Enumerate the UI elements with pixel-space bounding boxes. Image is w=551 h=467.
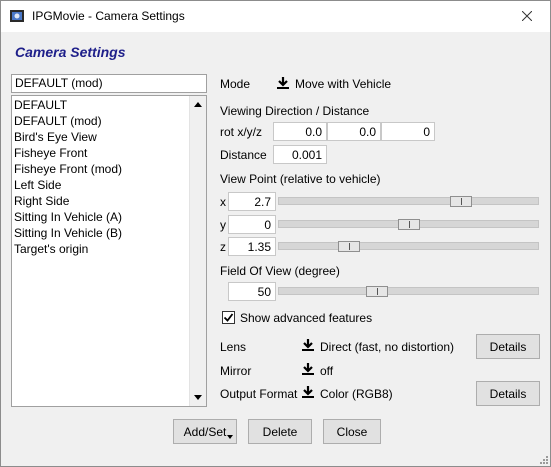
camera-settings-window: IPGMovie - Camera Settings Camera Settin… <box>0 0 551 467</box>
preset-list-item[interactable]: Target's origin <box>12 241 190 257</box>
x-slider-thumb[interactable] <box>450 196 473 207</box>
preset-list-item[interactable]: Sitting In Vehicle (A) <box>12 209 190 225</box>
mirror-label: Mirror <box>220 364 252 378</box>
dropdown-arrow-icon <box>227 435 233 439</box>
x-label: x <box>220 195 226 209</box>
preset-list-item[interactable]: Bird's Eye View <box>12 129 190 145</box>
x-slider[interactable] <box>278 197 539 205</box>
preset-name-input[interactable]: DEFAULT (mod) <box>11 74 207 93</box>
download-arrow-icon <box>302 363 314 375</box>
scroll-up-button[interactable] <box>190 96 206 113</box>
viewing-direction-label: Viewing Direction / Distance <box>220 104 370 118</box>
y-field[interactable]: 0 <box>228 215 276 234</box>
lens-dropdown-button[interactable] <box>301 338 315 352</box>
preset-list-item[interactable]: Sitting In Vehicle (B) <box>12 225 190 241</box>
mode-value[interactable]: Move with Vehicle <box>295 77 391 91</box>
output-details-button[interactable]: Details <box>476 381 540 406</box>
add-set-button[interactable]: Add/Set <box>173 419 237 444</box>
preset-list-item[interactable]: Fisheye Front (mod) <box>12 161 190 177</box>
preset-list-item[interactable]: Right Side <box>12 193 190 209</box>
output-format-dropdown-button[interactable] <box>301 385 315 399</box>
preset-list-item[interactable]: Left Side <box>12 177 190 193</box>
fov-slider[interactable] <box>278 287 539 295</box>
fov-label: Field Of View (degree) <box>220 264 340 278</box>
x-field[interactable]: 2.7 <box>228 192 276 211</box>
page-title: Camera Settings <box>15 44 126 60</box>
dialog-body: Camera Settings DEFAULT (mod) DEFAULT DEF… <box>1 32 550 466</box>
lens-label: Lens <box>220 340 247 354</box>
rot-x-field[interactable]: 0.0 <box>273 122 327 141</box>
mode-dropdown-button[interactable] <box>276 76 290 90</box>
z-field[interactable]: 1.35 <box>228 237 276 256</box>
close-icon <box>522 11 532 21</box>
preset-list-items: DEFAULT DEFAULT (mod) Bird's Eye View Fishe… <box>12 97 190 257</box>
z-label: z <box>220 240 226 254</box>
mirror-value[interactable]: off <box>320 364 333 378</box>
preset-list-item[interactable]: DEFAULT <box>12 97 190 113</box>
lens-value[interactable]: Direct (fast, no distortion) <box>320 340 454 354</box>
mode-label: Mode <box>220 77 251 91</box>
title-bar: IPGMovie - Camera Settings <box>1 1 550 32</box>
scroll-up-icon <box>194 102 202 107</box>
fov-slider-thumb[interactable] <box>366 286 389 297</box>
resize-grip-icon[interactable] <box>538 454 548 464</box>
lens-details-button[interactable]: Details <box>476 334 540 359</box>
mirror-dropdown-button[interactable] <box>301 362 315 376</box>
download-arrow-icon <box>277 77 289 89</box>
output-format-label: Output Format <box>220 387 298 401</box>
download-arrow-icon <box>302 339 314 351</box>
list-scrollbar[interactable] <box>189 96 206 406</box>
distance-label: Distance <box>220 148 267 162</box>
close-button[interactable]: Close <box>323 419 381 444</box>
add-set-label: Add/Set <box>183 424 227 439</box>
download-arrow-icon <box>302 386 314 398</box>
window-title: IPGMovie - Camera Settings <box>32 9 185 23</box>
advanced-label[interactable]: Show advanced features <box>240 311 372 325</box>
delete-button[interactable]: Delete <box>248 419 312 444</box>
preset-list-item[interactable]: Fisheye Front <box>12 145 190 161</box>
y-slider-thumb[interactable] <box>397 219 420 230</box>
rot-label: rot x/y/z <box>220 125 263 139</box>
close-window-button[interactable] <box>504 1 550 31</box>
view-point-label: View Point (relative to vehicle) <box>220 172 381 186</box>
preset-list[interactable]: DEFAULT DEFAULT (mod) Bird's Eye View Fishe… <box>11 95 207 407</box>
y-label: y <box>220 218 226 232</box>
rot-y-field[interactable]: 0.0 <box>327 122 381 141</box>
preset-list-item[interactable]: DEFAULT (mod) <box>12 113 190 129</box>
scroll-down-icon <box>194 395 202 400</box>
rot-z-field[interactable]: 0 <box>381 122 435 141</box>
z-slider-thumb[interactable] <box>337 241 360 252</box>
scroll-down-button[interactable] <box>190 389 206 406</box>
camera-app-icon <box>9 8 25 24</box>
output-format-value[interactable]: Color (RGB8) <box>320 387 393 401</box>
z-slider[interactable] <box>278 242 539 250</box>
advanced-checkbox[interactable] <box>222 311 235 324</box>
distance-field[interactable]: 0.001 <box>273 145 327 164</box>
fov-field[interactable]: 50 <box>228 282 276 301</box>
checkmark-icon <box>223 313 234 322</box>
